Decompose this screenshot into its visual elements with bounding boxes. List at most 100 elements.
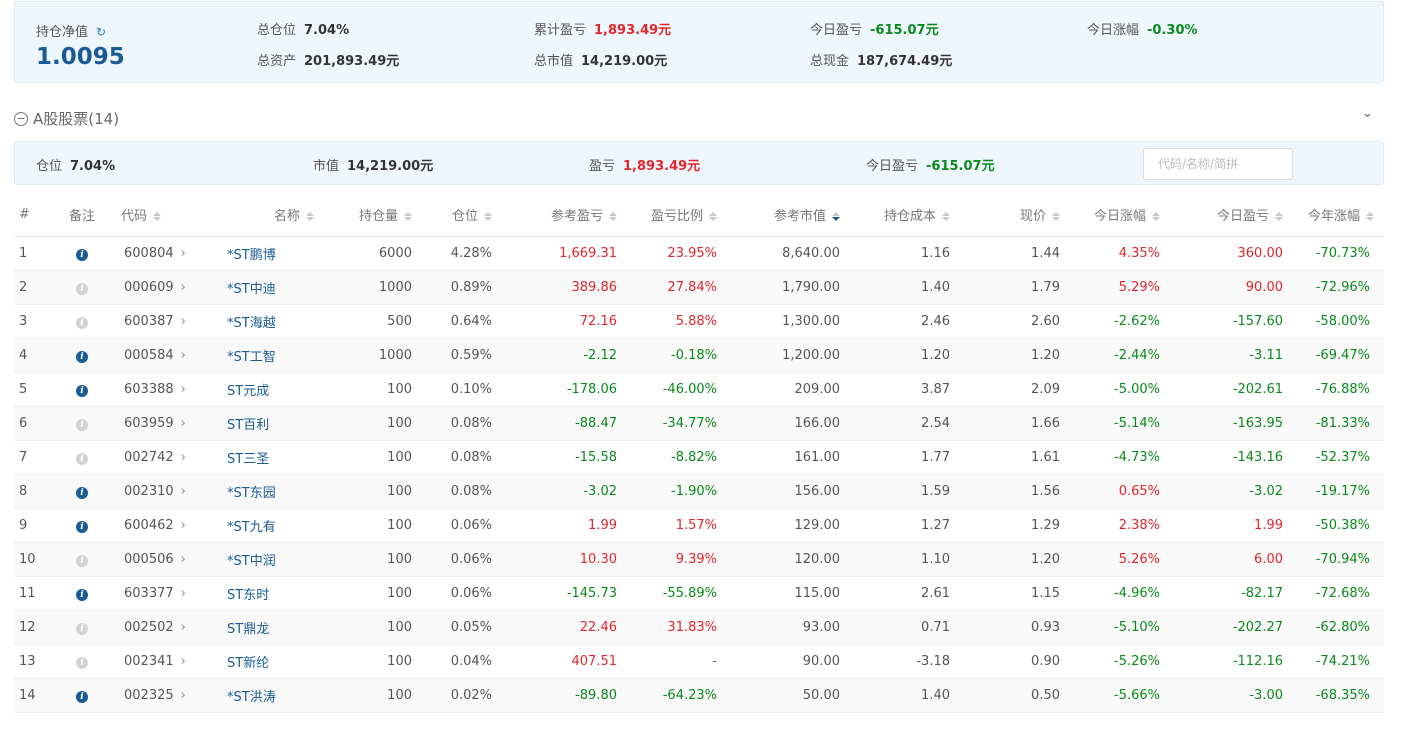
info-icon[interactable]: i <box>76 588 88 601</box>
table-row[interactable]: 13 i 002341 › ST新纶 100 0.04% 407.51-90.00 -3.18 0… <box>14 644 1384 679</box>
header-ytd-change[interactable]: 今年涨幅 <box>1293 193 1384 237</box>
sort-icon[interactable] <box>709 211 717 222</box>
code-cell[interactable]: 603388 › <box>114 372 214 407</box>
chevron-right-icon[interactable]: › <box>181 518 186 533</box>
info-icon[interactable]: i <box>76 486 88 499</box>
chevron-down-icon[interactable]: ⌄ <box>1362 106 1373 121</box>
stock-code[interactable]: 000584 <box>124 348 174 363</box>
stock-code[interactable]: 603377 <box>124 586 174 601</box>
table-row[interactable]: 4 i 000584 › *ST工智 1000 0.59% -2.12 -0.18% 1,200.… <box>14 338 1384 373</box>
chevron-right-icon[interactable]: › <box>181 246 186 261</box>
code-cell[interactable]: 603377 › <box>114 576 214 611</box>
chevron-right-icon[interactable]: › <box>181 688 186 703</box>
table-row[interactable]: 5 i 603388 › ST元成 100 0.10% -178.06 -46.00% 209.0… <box>14 372 1384 407</box>
sort-icon[interactable] <box>153 211 162 222</box>
name-cell[interactable]: *ST东园 <box>214 474 322 509</box>
info-icon[interactable]: i <box>76 316 88 329</box>
stock-name-link[interactable]: ST新纶 <box>227 656 269 671</box>
name-cell[interactable]: ST元成 <box>214 372 322 407</box>
sort-icon[interactable] <box>609 211 617 222</box>
stock-code[interactable]: 002502 <box>124 620 174 635</box>
chevron-right-icon[interactable]: › <box>181 280 186 295</box>
stock-code[interactable]: 600462 <box>124 518 174 533</box>
sort-icon[interactable] <box>404 211 412 222</box>
stock-name-link[interactable]: *ST东园 <box>227 486 276 501</box>
table-row[interactable]: 7 i 002742 › ST三圣 100 0.08% -15.58 -8.82% 161.00 1… <box>14 440 1384 475</box>
stock-name-link[interactable]: *ST海越 <box>227 316 276 331</box>
stock-code[interactable]: 000506 <box>124 552 174 567</box>
info-icon[interactable]: i <box>76 384 88 397</box>
name-cell[interactable]: ST新纶 <box>214 644 322 679</box>
name-cell[interactable]: *ST九有 <box>214 508 322 543</box>
name-cell[interactable]: ST百利 <box>214 406 322 441</box>
stock-code[interactable]: 000609 <box>124 280 174 295</box>
header-today-pnl[interactable]: 今日盈亏 <box>1170 193 1293 237</box>
refresh-icon[interactable]: ↻ <box>96 25 106 39</box>
code-cell[interactable]: 600462 › <box>114 508 214 543</box>
table-row[interactable]: 8 i 002310 › *ST东园 100 0.08% -3.02 -1.90% 156.00 1… <box>14 474 1384 509</box>
code-cell[interactable]: 000584 › <box>114 338 214 373</box>
chevron-right-icon[interactable]: › <box>181 382 186 397</box>
code-cell[interactable]: 002310 › <box>114 474 214 509</box>
stock-code[interactable]: 603388 <box>124 382 174 397</box>
stock-name-link[interactable]: *ST中迪 <box>227 282 276 297</box>
name-cell[interactable]: ST三圣 <box>214 440 322 475</box>
stock-name-link[interactable]: ST百利 <box>227 418 269 433</box>
info-icon[interactable]: i <box>76 656 88 669</box>
info-icon[interactable]: i <box>76 690 88 703</box>
header-code[interactable]: 代码 <box>114 193 214 237</box>
search-input[interactable] <box>1143 148 1293 180</box>
chevron-right-icon[interactable]: › <box>181 620 186 635</box>
code-cell[interactable]: 000609 › <box>114 270 214 305</box>
chevron-right-icon[interactable]: › <box>181 552 186 567</box>
stock-code[interactable]: 603959 <box>124 416 174 431</box>
code-cell[interactable]: 000506 › <box>114 542 214 577</box>
name-cell[interactable]: *ST工智 <box>214 338 322 373</box>
header-pnl-ratio[interactable]: 盈亏比例 <box>627 193 727 237</box>
header-today-change[interactable]: 今日涨幅 <box>1070 193 1170 237</box>
table-row[interactable]: 14 i 002325 › *ST洪涛 100 0.02% -89.80 -64.23% 50.0… <box>14 678 1384 713</box>
stock-name-link[interactable]: ST元成 <box>227 384 269 399</box>
name-cell[interactable]: *ST中润 <box>214 542 322 577</box>
sort-icon[interactable] <box>942 211 950 222</box>
name-cell[interactable]: ST东时 <box>214 576 322 611</box>
sort-icon[interactable] <box>306 211 314 222</box>
header-quantity[interactable]: 持仓量 <box>322 193 422 237</box>
header-position[interactable]: 仓位 <box>422 193 502 237</box>
info-icon[interactable]: i <box>76 520 88 533</box>
table-row[interactable]: 2 i 000609 › *ST中迪 1000 0.89% 389.86 27.84% 1,790… <box>14 270 1384 305</box>
info-icon[interactable]: i <box>76 248 88 261</box>
stock-name-link[interactable]: ST东时 <box>227 588 269 603</box>
chevron-right-icon[interactable]: › <box>181 348 186 363</box>
chevron-right-icon[interactable]: › <box>181 484 186 499</box>
info-icon[interactable]: i <box>76 622 88 635</box>
name-cell[interactable]: *ST洪涛 <box>214 678 322 713</box>
name-cell[interactable]: ST鼎龙 <box>214 610 322 645</box>
stock-code[interactable]: 002341 <box>124 654 174 669</box>
sort-icon[interactable] <box>1366 211 1374 222</box>
name-cell[interactable]: *ST鹏博 <box>214 236 322 271</box>
header-price[interactable]: 现价 <box>960 193 1070 237</box>
section-toggle[interactable]: − A股股票(14) <box>14 108 119 129</box>
stock-name-link[interactable]: *ST中润 <box>227 554 276 569</box>
sort-icon[interactable] <box>832 211 840 222</box>
stock-name-link[interactable]: *ST鹏博 <box>227 248 276 263</box>
table-row[interactable]: 11 i 603377 › ST东时 100 0.06% -145.73 -55.89% 115.… <box>14 576 1384 611</box>
code-cell[interactable]: 002742 › <box>114 440 214 475</box>
stock-code[interactable]: 002325 <box>124 688 174 703</box>
info-icon[interactable]: i <box>76 418 88 431</box>
table-row[interactable]: 9 i 600462 › *ST九有 100 0.06% 1.99 1.57% 129.00 1.2… <box>14 508 1384 543</box>
chevron-right-icon[interactable]: › <box>181 314 186 329</box>
chevron-right-icon[interactable]: › <box>181 450 186 465</box>
sort-icon[interactable] <box>1275 211 1283 222</box>
name-cell[interactable]: *ST中迪 <box>214 270 322 305</box>
stock-code[interactable]: 002310 <box>124 484 174 499</box>
code-cell[interactable]: 002341 › <box>114 644 214 679</box>
code-cell[interactable]: 600804 › <box>114 236 214 271</box>
header-ref-market-value[interactable]: 参考市值 <box>727 193 850 237</box>
code-cell[interactable]: 002325 › <box>114 678 214 713</box>
stock-name-link[interactable]: *ST洪涛 <box>227 690 276 705</box>
code-cell[interactable]: 600387 › <box>114 304 214 339</box>
stock-code[interactable]: 600804 <box>124 246 174 261</box>
stock-code[interactable]: 002742 <box>124 450 174 465</box>
